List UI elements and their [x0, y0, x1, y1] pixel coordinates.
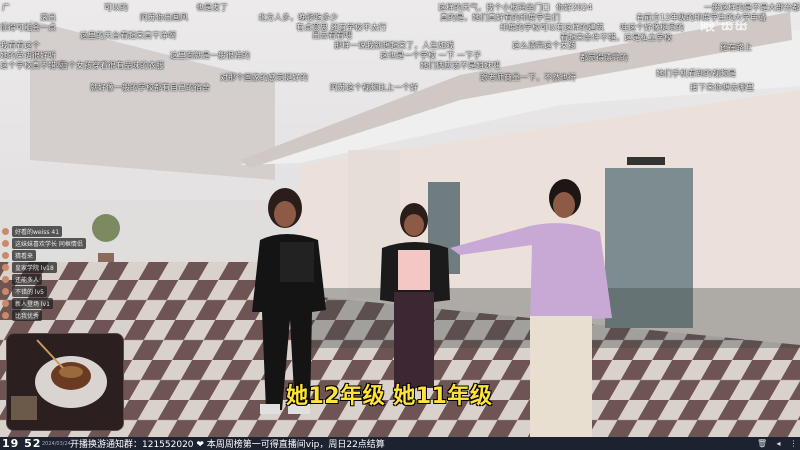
danmaku-comment: 这里的天台看起来真干净啊 [80, 31, 176, 40]
danmaku-comment: 接下来你想去哪里 [690, 83, 754, 92]
danmaku-comment: 你好2024 [556, 3, 593, 12]
streamer-camera-pip [6, 333, 124, 431]
trash-icon[interactable]: 🗑 [757, 439, 767, 448]
danmaku-comment: 这里面就是一般很难的 [170, 51, 250, 60]
chat-message: 比我优秀 [2, 310, 80, 321]
avatar [2, 252, 9, 259]
danmaku-comment: 两个女孩穿着很有品味的衣服 [60, 61, 164, 70]
avatar [2, 288, 9, 295]
danmaku-comment: 这么漂亮这个女孩 [512, 41, 576, 50]
chat-message: 还能多人 [2, 274, 80, 285]
danmaku-comment: 对那个国家的感觉挺好的 [220, 73, 308, 82]
danmaku-comment: 也是发了 [196, 3, 228, 12]
avatar [2, 264, 9, 271]
avatar [2, 276, 9, 283]
danmaku-comment: 都觉得漂亮的 [580, 53, 628, 62]
danmaku-comment: 阿苏你出画风 [140, 13, 188, 22]
avatar [2, 312, 9, 319]
chat-message: 不错的 lv5 [2, 286, 80, 297]
menu-icon[interactable]: ⋮ [789, 439, 798, 448]
avatar [2, 300, 9, 307]
danmaku-comment: 看起来条件不错，这是私立学校 [560, 33, 672, 42]
danmaku-comment: 有点意思 还有学校不太行 [296, 23, 387, 32]
status-bar: 19 52 2024/03/24 开播换游通知群：121552020 ❤ 本周周… [0, 437, 800, 450]
chat-message: 皇家学院 lv18 [2, 262, 80, 273]
door-sign [627, 157, 665, 165]
danmaku-comment: 这个学校真不错啊 [0, 61, 64, 70]
avatar [2, 228, 9, 235]
video-subtitle: 她12年级 她11年级 [286, 384, 493, 409]
danmaku-comment: 跟老师商量一下，不然也行 [480, 73, 576, 82]
danmaku-comment: 我看看这个 [0, 41, 40, 50]
danmaku-comment: 可以的 [104, 3, 128, 12]
danmaku-comment: 广 [2, 3, 10, 12]
livestream-viewer: 眼 ꕥꕥ 广 滚出 阿苏你出画风 北方人多，晚餐吃多少 这样的天气，找个小板凳坐… [0, 0, 800, 450]
danmaku-comment: 她们俩应该不是姐妹吧 [420, 61, 500, 70]
danmaku-comment: 阿苏这个视频比上一个好 [330, 83, 418, 92]
danmaku-comment: 还在路上 [720, 43, 752, 52]
danmaku-comment: 懂得可能会一点 [0, 23, 56, 32]
chat-message: 好看的weiss 41 [2, 226, 80, 237]
speaker-icon[interactable]: ◂ [774, 439, 783, 448]
date-label: 2024/03/24 [42, 440, 71, 447]
danmaku-comment: 哇这个好像挺贵的 [620, 23, 684, 32]
announcement-ticker: 开播换游通知群：121552020 ❤ 本周周榜第一可得直播间vip，周日22点… [70, 440, 385, 450]
danmaku-comment: 就好像一般的学校都有自己的宿舍 [90, 83, 210, 92]
chat-message: 猜看来 [2, 250, 80, 261]
chat-message: 这妹妹喜欢学长 同框情侣 [2, 238, 86, 249]
chat-message: 新人登场 lv1 [2, 298, 80, 309]
avatar [2, 240, 9, 247]
danmaku-comment: 她们手机看到的视频是 [656, 69, 736, 78]
chat-feed: 好看的weiss 41 这妹妹喜欢学长 同框情侣 猜看来 皇家学院 lv18 还… [0, 226, 86, 322]
clock: 19 52 [2, 437, 42, 450]
